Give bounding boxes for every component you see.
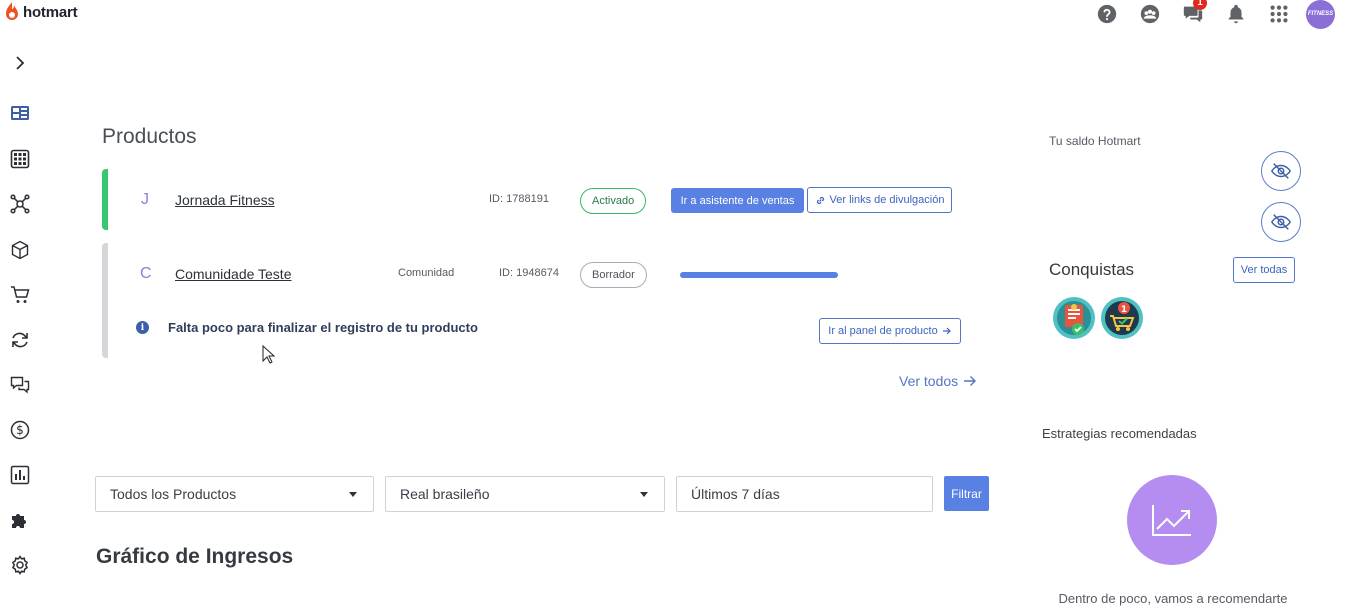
hotmart-logo[interactable]: hotmart <box>4 1 78 23</box>
product-initial: J <box>141 191 149 208</box>
sales-assistant-button[interactable]: Ir a asistente de ventas <box>671 188 804 213</box>
chevron-right-icon <box>16 56 25 70</box>
product-id: ID: 1948674 <box>499 267 559 279</box>
product-filter-select[interactable]: Todos los Productos <box>95 476 374 512</box>
help-icon <box>1097 4 1116 24</box>
sidebar-item-extensions[interactable] <box>9 509 31 531</box>
chat-icon <box>10 376 30 394</box>
currency-value: Real brasileño <box>400 486 490 502</box>
flame-icon <box>6 2 18 20</box>
grid-calendar-icon <box>10 149 30 169</box>
see-all-label: Ver todos <box>899 373 959 389</box>
product-type: Comunidad <box>398 267 455 279</box>
toggle-balance-visibility-button[interactable] <box>1261 151 1301 191</box>
toggle-balance-visibility-button-2[interactable] <box>1261 202 1301 242</box>
sidebar-item-analytics[interactable] <box>9 464 31 486</box>
sidebar-item-network[interactable] <box>9 193 31 215</box>
strategy-illustration <box>1127 475 1217 565</box>
svg-text:1: 1 <box>1121 305 1127 315</box>
achievement-badge-registration[interactable] <box>1052 296 1096 340</box>
dollar-icon: $ <box>10 420 30 440</box>
caret-down-icon <box>349 492 357 497</box>
info-icon: i <box>136 321 149 334</box>
currency-select[interactable]: Real brasileño <box>385 476 665 512</box>
registration-progress-bar <box>680 272 838 278</box>
sidebar-item-settings[interactable] <box>9 554 31 576</box>
status-badge-draft: Borrador <box>580 262 647 288</box>
apps-button[interactable] <box>1257 0 1300 28</box>
balance-label: Tu saldo Hotmart <box>1049 134 1141 148</box>
product-filter-value: Todos los Productos <box>110 486 237 502</box>
eye-off-icon <box>1270 163 1292 179</box>
caret-down-icon <box>640 492 648 497</box>
achievement-badge-first-sale[interactable]: 1 <box>1100 296 1144 340</box>
expand-sidebar-button[interactable] <box>9 52 31 74</box>
sidebar-item-messages[interactable] <box>9 374 31 396</box>
box-icon <box>11 240 29 260</box>
logo-text: hotmart <box>23 3 78 21</box>
gear-icon <box>11 555 29 575</box>
bar-chart-icon <box>10 465 30 485</box>
arrow-right-icon <box>964 376 977 386</box>
notifications-button[interactable] <box>1214 0 1257 28</box>
sidebar-item-apps[interactable] <box>9 148 31 170</box>
bell-icon <box>1228 4 1243 24</box>
sidebar-item-finances[interactable]: $ <box>9 419 31 441</box>
eye-off-icon <box>1270 214 1292 230</box>
user-avatar[interactable]: FITNESS <box>1306 0 1335 29</box>
period-value: Últimos 7 días <box>691 486 780 502</box>
sidebar-item-dashboard[interactable] <box>9 102 31 124</box>
status-badge-active: Activado <box>580 188 647 214</box>
strategies-description: Dentro de poco, vamos a recomendarte <box>1058 591 1288 606</box>
apps-grid-icon <box>1269 5 1288 23</box>
affiliate-links-label: Ver links de divulgación <box>829 194 945 206</box>
period-select[interactable]: Últimos 7 días <box>676 476 933 512</box>
community-icon <box>1140 4 1159 24</box>
help-button[interactable] <box>1085 0 1128 28</box>
notification-badge: 1 <box>1193 0 1207 10</box>
product-panel-label: Ir al panel de producto <box>828 325 938 337</box>
trending-up-icon <box>1152 505 1191 536</box>
strategies-title: Estrategias recomendadas <box>1042 426 1197 441</box>
top-icons: 1 FITNESS <box>1085 0 1335 29</box>
products-title: Productos <box>102 125 197 148</box>
link-icon <box>816 196 824 204</box>
product-name-link[interactable]: Jornada Fitness <box>175 192 275 208</box>
product-id: ID: 1788191 <box>489 193 549 205</box>
achievements-title: Conquistas <box>1049 260 1135 279</box>
sync-icon <box>12 332 28 348</box>
sidebar-item-products[interactable] <box>9 239 31 261</box>
registration-notice: Falta poco para finalizar el registro de… <box>168 320 478 335</box>
sidebar-item-sales[interactable] <box>9 284 31 306</box>
messages-button[interactable]: 1 <box>1171 0 1214 28</box>
svg-text:$: $ <box>16 423 24 437</box>
see-all-products-link[interactable]: Ver todos <box>899 373 977 389</box>
cart-icon <box>11 286 30 303</box>
network-icon <box>10 194 30 214</box>
filter-button[interactable]: Filtrar <box>944 476 989 511</box>
puzzle-icon <box>12 514 26 528</box>
product-initial: C <box>140 265 152 282</box>
sidebar-item-subscriptions[interactable] <box>9 329 31 351</box>
arrow-right-icon <box>942 327 951 335</box>
product-name-link[interactable]: Comunidade Teste <box>175 266 291 282</box>
community-button[interactable] <box>1128 0 1171 28</box>
avatar-text: FITNESS <box>1307 11 1334 17</box>
product-panel-button[interactable]: Ir al panel de producto <box>819 318 961 344</box>
affiliate-links-button[interactable]: Ver links de divulgación <box>807 187 952 213</box>
dashboard-icon <box>11 106 29 120</box>
revenue-chart-title: Gráfico de Ingresos <box>96 545 294 568</box>
see-all-achievements-button[interactable]: Ver todas <box>1233 257 1295 283</box>
mouse-cursor-icon <box>262 345 276 364</box>
